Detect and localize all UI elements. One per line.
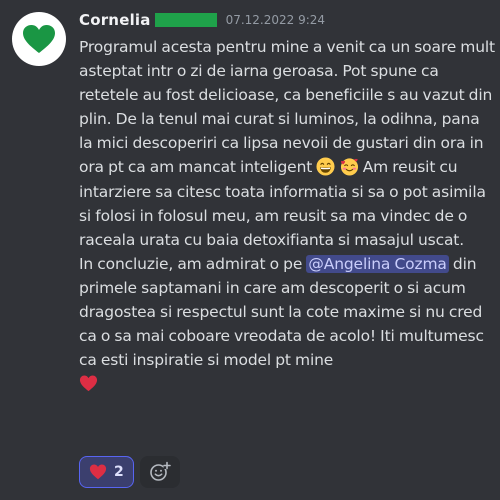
message-text-1: Programul acesta pentru mine a venit ca … (79, 38, 495, 177)
grinning-face-emoji (316, 157, 335, 176)
green-heart-icon (23, 25, 55, 53)
message-paragraph-2: In concluzie, am admirat o pe @Angelina … (79, 252, 497, 372)
red-heart-emoji (79, 374, 98, 393)
chat-message: Cornelia 07.12.2022 9:24 Programul acest… (0, 0, 500, 500)
role-tag (154, 13, 217, 27)
message-header: Cornelia 07.12.2022 9:24 (79, 9, 325, 31)
heart-emoji (89, 464, 107, 480)
reaction-heart[interactable]: 2 (79, 456, 134, 488)
message-paragraph-3 (79, 372, 497, 396)
message-text-3: In concluzie, am admirat o pe (79, 254, 307, 273)
add-reaction-button[interactable] (139, 456, 180, 488)
smiling-face-with-hearts-emoji (340, 157, 359, 176)
timestamp: 07.12.2022 9:24 (225, 13, 326, 27)
user-mention[interactable]: @Angelina Cozma (306, 254, 449, 273)
add-reaction-icon (149, 461, 171, 481)
reaction-count: 2 (114, 464, 124, 480)
reactions-bar: 2 (79, 456, 180, 488)
username[interactable]: Cornelia (79, 11, 151, 29)
message-content: Programul acesta pentru mine a venit ca … (79, 35, 497, 396)
avatar[interactable] (12, 12, 66, 66)
message-paragraph-1: Programul acesta pentru mine a venit ca … (79, 35, 497, 252)
